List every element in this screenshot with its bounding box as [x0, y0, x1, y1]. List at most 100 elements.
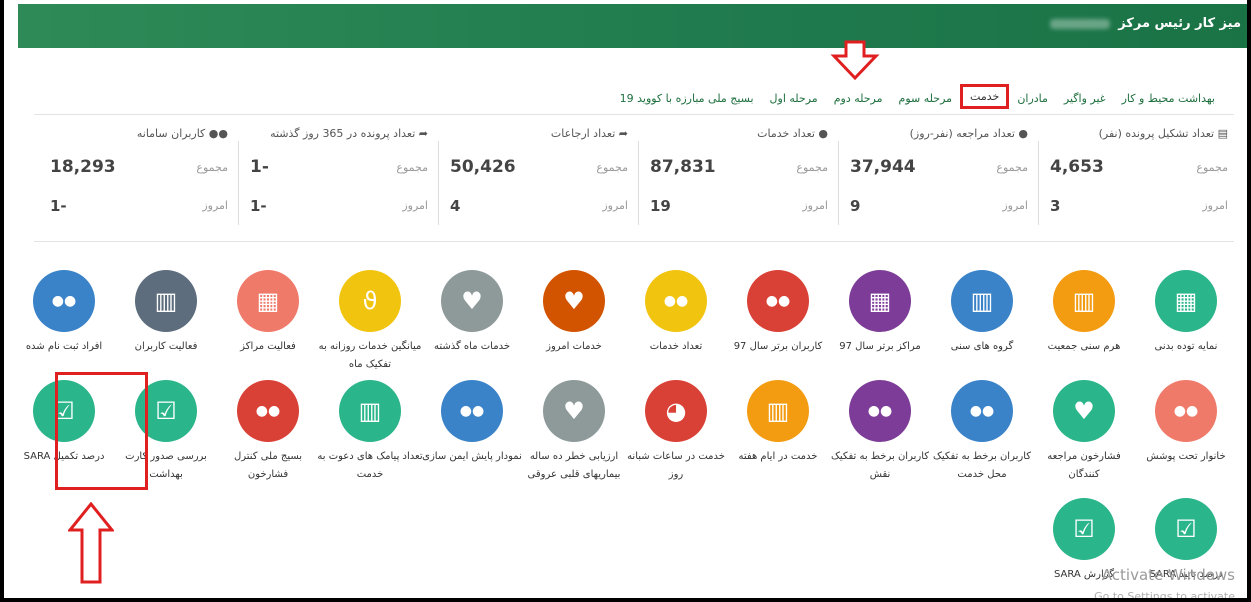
- screen-frame: میز کار رئیس مرکز بسیج ملی مبارزه با کوو…: [0, 0, 1251, 602]
- pie-chart-icon[interactable]: ◕: [645, 380, 707, 442]
- stat-title-text: تعداد ارجاعات: [550, 127, 616, 140]
- stat-visits: ● تعداد مراجعه (نفر-روز) مجموع 37,944 ام…: [838, 115, 1034, 243]
- tile-label: میانگین خدمات روزانه به تفکیک ماه: [318, 341, 422, 370]
- stat-total-label: مجموع: [996, 161, 1028, 174]
- tabs-bar: بسیج ملی مبارزه با کووید 19 مرحله اول مر…: [612, 84, 1223, 109]
- stat-system-users: ●● کاربران سامانه مجموع 18,293 امروز 1-: [38, 115, 234, 243]
- users-icon[interactable]: ●●: [951, 380, 1013, 442]
- stat-total-value: 1-: [250, 157, 269, 177]
- dashboard-tile[interactable]: ϑ میانگین خدمات روزانه به تفکیک ماه: [317, 270, 423, 374]
- heartbeat-icon[interactable]: ♥: [543, 380, 605, 442]
- activate-windows-subtext: Go to Settings to activate: [1094, 590, 1235, 602]
- bar-chart-icon[interactable]: ▥: [135, 270, 197, 332]
- dashboard-tile[interactable]: ▥ گروه های سنی: [929, 270, 1035, 356]
- tile-label: بسیج ملی کنترل فشارخون: [233, 451, 303, 480]
- top-header: میز کار رئیس مرکز: [18, 4, 1247, 48]
- stat-title: ➦ تعداد ارجاعات: [551, 127, 628, 140]
- bar-chart-icon[interactable]: ▥: [951, 270, 1013, 332]
- header-title-text: میز کار رئیس مرکز: [1118, 16, 1241, 31]
- dashboard-tile[interactable]: ●● تعداد خدمات: [623, 270, 729, 356]
- dashboard-tile[interactable]: ♥ خدمات امروز: [521, 270, 627, 356]
- red-arrow-down-annotation: [830, 40, 880, 80]
- stat-total-value: 50,426: [450, 157, 516, 177]
- stat-today-value: 3: [1050, 197, 1061, 215]
- tab-environment-health[interactable]: بهداشت محیط و کار: [1114, 88, 1223, 109]
- dashboard-tile[interactable]: ▥ خدمت در ایام هفته: [725, 380, 831, 466]
- tile-label: نمایه توده بدنی: [1154, 341, 1218, 352]
- building-icon[interactable]: ▦: [1155, 270, 1217, 332]
- dashboard-tile[interactable]: ●● کاربران برخط به تفکیک محل خدمت: [929, 380, 1035, 484]
- dashboard-tile[interactable]: ◕ خدمت در ساعات شبانه روز: [623, 380, 729, 484]
- tile-label: مراکز برتر سال 97: [839, 341, 921, 352]
- heartbeat-icon[interactable]: ♥: [543, 270, 605, 332]
- stat-today-label: امروز: [802, 199, 828, 212]
- check-icon[interactable]: ☑: [1155, 498, 1217, 560]
- tab-mothers[interactable]: مادران: [1009, 88, 1056, 109]
- stats-panel: ▤ تعداد تشکیل پرونده (نفر) مجموع 4,653 ا…: [34, 114, 1234, 242]
- divider: [638, 141, 639, 225]
- tile-label: هرم سنی جمعیت: [1047, 341, 1121, 352]
- dashboard-tile[interactable]: ♥ ارزیابی خطر ده ساله بیماریهای قلبی عروق…: [521, 380, 627, 484]
- dashboard-tile[interactable]: ▥ تعداد پیامک های دعوت به خدمت: [317, 380, 423, 484]
- tab-non-communicable[interactable]: غیر واگیر: [1056, 88, 1114, 109]
- heartbeat-icon[interactable]: ♥: [441, 270, 503, 332]
- tab-stage-3[interactable]: مرحله سوم: [891, 88, 961, 109]
- stat-title-text: تعداد پرونده در 365 روز گذشته: [270, 127, 416, 140]
- users-icon[interactable]: ●●: [237, 380, 299, 442]
- dashboard-tile[interactable]: ▥ هرم سنی جمعیت: [1031, 270, 1137, 356]
- tab-stage-1[interactable]: مرحله اول: [762, 88, 826, 109]
- divider: [838, 141, 839, 225]
- bar-chart-icon[interactable]: ▥: [747, 380, 809, 442]
- users-icon[interactable]: ●●: [645, 270, 707, 332]
- dashboard-tile[interactable]: ●● کاربران برخط به تفکیک نقش: [827, 380, 933, 484]
- stat-today-value: 1-: [50, 197, 67, 215]
- heartbeat-icon[interactable]: ♥: [1053, 380, 1115, 442]
- dashboard-tile[interactable]: ▥ فعالیت کاربران: [113, 270, 219, 356]
- users-icon[interactable]: ●●: [747, 270, 809, 332]
- stat-files-365: ➦ تعداد پرونده در 365 روز گذشته مجموع 1-…: [238, 115, 434, 243]
- tab-stage-2[interactable]: مرحله دوم: [826, 88, 891, 109]
- stethoscope-icon[interactable]: ϑ: [339, 270, 401, 332]
- dashboard-tile[interactable]: ♥ فشارخون مراجعه کنندگان: [1031, 380, 1137, 484]
- user-icon: ●: [1018, 127, 1028, 140]
- users-icon[interactable]: ●●: [441, 380, 503, 442]
- dashboard-tile[interactable]: ●● نمودار پایش ایمن سازی: [419, 380, 525, 466]
- bar-chart-icon[interactable]: ▥: [1053, 270, 1115, 332]
- stat-today-value: 19: [650, 197, 671, 215]
- tile-label: خدمت در ایام هفته: [738, 451, 818, 462]
- stat-title-text: کاربران سامانه: [136, 127, 206, 140]
- tile-label: فعالیت کاربران: [134, 341, 198, 352]
- bar-chart-icon[interactable]: ▥: [339, 380, 401, 442]
- tile-label: خدمت در ساعات شبانه روز: [627, 451, 725, 480]
- dashboard-tile[interactable]: ●● بسیج ملی کنترل فشارخون: [215, 380, 321, 484]
- dashboard-tile[interactable]: ▦ نمایه توده بدنی: [1133, 270, 1239, 356]
- file-icon: ▤: [1217, 127, 1228, 140]
- tile-label: تعداد خدمات: [649, 341, 703, 352]
- dashboard-tile[interactable]: ●● کاربران برتر سال 97: [725, 270, 831, 356]
- share-icon: ➦: [618, 127, 628, 140]
- dashboard-tile[interactable]: ●● خانوار تحت پوشش: [1133, 380, 1239, 466]
- stat-title: ▤ تعداد تشکیل پرونده (نفر): [1099, 127, 1228, 140]
- check-icon[interactable]: ☑: [1053, 498, 1115, 560]
- tab-covid[interactable]: بسیج ملی مبارزه با کووید 19: [612, 88, 762, 109]
- building-icon[interactable]: ▦: [849, 270, 911, 332]
- stat-today-label: امروز: [402, 199, 428, 212]
- dashboard-tile[interactable]: ♥ خدمات ماه گذشته: [419, 270, 525, 356]
- stat-title: ●● کاربران سامانه: [137, 127, 228, 140]
- dashboard-tile[interactable]: ●● افراد ثبت نام شده: [11, 270, 117, 356]
- dashboard-tile[interactable]: ▦ مراکز برتر سال 97: [827, 270, 933, 356]
- dashboard-tile[interactable]: ▦ فعالیت مراکز: [215, 270, 321, 356]
- stat-today-value: 9: [850, 197, 861, 215]
- stat-referrals: ➦ تعداد ارجاعات مجموع 50,426 امروز 4: [438, 115, 634, 243]
- stat-today-label: امروز: [202, 199, 228, 212]
- users-icon[interactable]: ●●: [33, 270, 95, 332]
- users-icon[interactable]: ●●: [1155, 380, 1217, 442]
- tab-service[interactable]: خدمت: [960, 84, 1010, 109]
- header-title: میز کار رئیس مرکز: [1049, 16, 1241, 31]
- building-icon[interactable]: ▦: [237, 270, 299, 332]
- divider: [238, 141, 239, 225]
- stat-total-label: مجموع: [196, 161, 228, 174]
- stat-total-value: 18,293: [50, 157, 116, 177]
- tile-label: کاربران برتر سال 97: [733, 341, 823, 352]
- users-icon[interactable]: ●●: [849, 380, 911, 442]
